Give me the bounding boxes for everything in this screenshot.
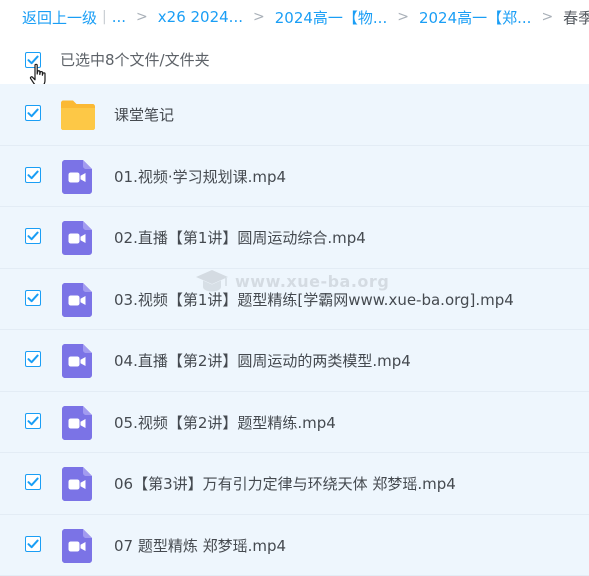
file-row-video[interactable]: 03.视频【第1讲】题型精练[学霸网www.xue-ba.org].mp4 (0, 269, 589, 331)
row-checkbox[interactable] (25, 105, 41, 121)
file-row-video[interactable]: 02.直播【第1讲】圆周运动综合.mp4 (0, 207, 589, 269)
row-checkbox[interactable] (25, 290, 41, 306)
video-file-icon (62, 406, 92, 440)
check-icon (27, 292, 39, 304)
video-file-icon (62, 221, 92, 255)
file-name[interactable]: 课堂笔记 (114, 104, 174, 125)
row-checkbox[interactable] (25, 351, 41, 367)
file-name[interactable]: 01.视频·学习规划课.mp4 (114, 166, 286, 187)
file-list: 课堂笔记 01.视频·学习规划课.mp4 02.直播【第1讲】圆周运动综合.mp… (0, 84, 589, 576)
chevron-right-icon: > (541, 9, 553, 25)
check-icon (27, 476, 39, 488)
selection-count-label: 已选中8个文件/文件夹 (60, 49, 210, 70)
file-row-video[interactable]: 07 题型精炼 郑梦瑶.mp4 (0, 515, 589, 576)
check-icon (27, 415, 39, 427)
video-file-icon (62, 344, 92, 378)
breadcrumb: 返回上一级 | ... > x26 2024... > 2024高一【物... … (0, 0, 589, 34)
check-icon (27, 230, 39, 242)
chevron-right-icon: > (397, 9, 409, 25)
file-name[interactable]: 03.视频【第1讲】题型精练[学霸网www.xue-ba.org].mp4 (114, 289, 514, 310)
chevron-right-icon: > (136, 9, 148, 25)
back-link[interactable]: 返回上一级 (22, 7, 97, 28)
video-file-icon (62, 283, 92, 317)
check-icon (27, 353, 39, 365)
row-checkbox[interactable] (25, 474, 41, 490)
breadcrumb-item-3[interactable]: 2024高一【郑... (419, 7, 531, 28)
row-checkbox[interactable] (25, 536, 41, 552)
breadcrumb-item-2[interactable]: 2024高一【物... (275, 7, 387, 28)
check-icon (27, 169, 39, 181)
video-file-icon (62, 529, 92, 563)
file-name[interactable]: 02.直播【第1讲】圆周运动综合.mp4 (114, 227, 366, 248)
file-name[interactable]: 06【第3讲】万有引力定律与环绕天体 郑梦瑶.mp4 (114, 473, 456, 494)
file-name[interactable]: 04.直播【第2讲】圆周运动的两类模型.mp4 (114, 350, 411, 371)
selection-bar: 已选中8个文件/文件夹 (0, 40, 589, 80)
row-checkbox[interactable] (25, 228, 41, 244)
file-row-video[interactable]: 05.视频【第2讲】题型精练.mp4 (0, 392, 589, 454)
file-name[interactable]: 05.视频【第2讲】题型精练.mp4 (114, 412, 336, 433)
check-icon (27, 538, 39, 550)
file-row-video[interactable]: 01.视频·学习规划课.mp4 (0, 146, 589, 208)
row-checkbox[interactable] (25, 167, 41, 183)
video-file-icon (62, 160, 92, 194)
chevron-right-icon: > (253, 9, 265, 25)
file-row-video[interactable]: 04.直播【第2讲】圆周运动的两类模型.mp4 (0, 330, 589, 392)
breadcrumb-current: 春季班 (563, 7, 589, 28)
video-file-icon (62, 467, 92, 501)
check-icon (27, 107, 39, 119)
breadcrumb-divider: | (102, 9, 107, 25)
file-row-folder[interactable]: 课堂笔记 (0, 84, 589, 146)
folder-icon (60, 99, 96, 131)
file-row-video[interactable]: 06【第3讲】万有引力定律与环绕天体 郑梦瑶.mp4 (0, 453, 589, 515)
row-checkbox[interactable] (25, 413, 41, 429)
breadcrumb-item-1[interactable]: x26 2024... (158, 8, 243, 26)
file-name[interactable]: 07 题型精炼 郑梦瑶.mp4 (114, 535, 286, 556)
breadcrumb-ellipsis[interactable]: ... (112, 8, 126, 26)
